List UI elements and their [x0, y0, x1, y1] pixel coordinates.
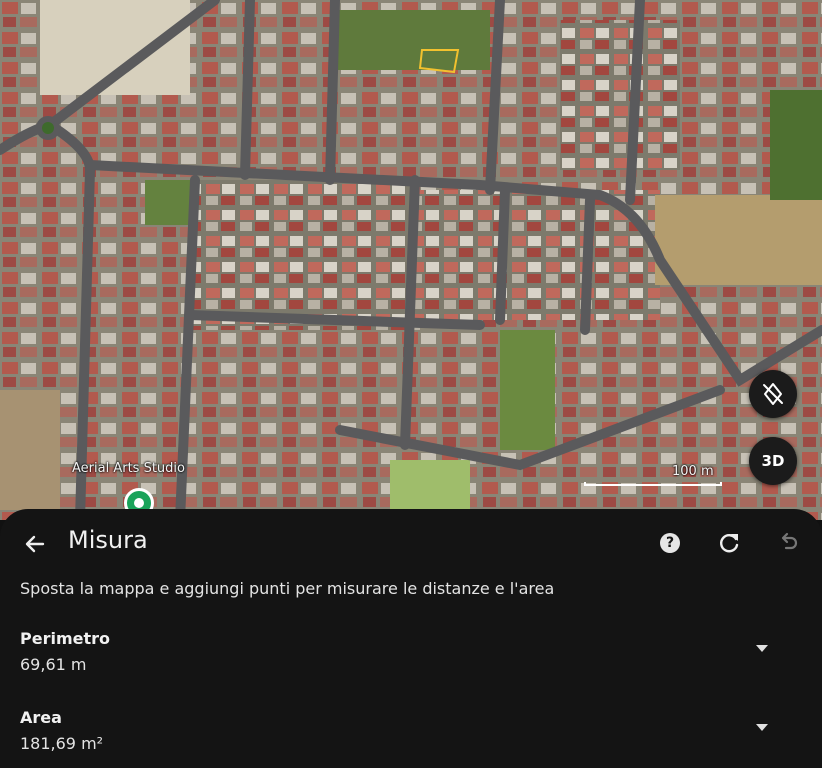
scale-label: 100 m [672, 464, 714, 479]
compass-button[interactable] [749, 370, 797, 418]
compass-off-icon [763, 383, 783, 405]
scale-bar [584, 482, 722, 486]
chevron-down-icon[interactable] [756, 645, 768, 652]
measure-panel: Misura ? Sposta la mappa e aggiungi punt… [0, 509, 822, 768]
panel-title: Misura [68, 526, 148, 554]
back-arrow-icon [25, 535, 45, 553]
help-icon: ? [665, 535, 675, 551]
back-button[interactable] [20, 529, 50, 559]
chevron-down-icon[interactable] [756, 724, 768, 731]
metric-value: 69,61 m [20, 655, 87, 674]
help-button[interactable]: ? [660, 533, 680, 553]
instructions-text: Sposta la mappa e aggiungi punti per mis… [20, 579, 555, 598]
metric-value: 181,69 m² [20, 734, 104, 753]
undo-button[interactable] [775, 530, 801, 556]
metric-label: Perimetro [20, 629, 111, 648]
metric-perimeter[interactable]: Perimetro 69,61 m [0, 627, 822, 687]
metric-label: Area [20, 708, 62, 727]
metric-area[interactable]: Area 181,69 m² [0, 706, 822, 766]
map-imagery [0, 0, 822, 520]
satellite-map[interactable]: Aerial Arts Studio 100 m 3D [0, 0, 822, 520]
3d-view-button[interactable]: 3D [749, 437, 797, 485]
refresh-button[interactable] [716, 530, 742, 556]
poi-label[interactable]: Aerial Arts Studio [72, 461, 185, 476]
refresh-icon [720, 534, 739, 553]
undo-icon [781, 532, 798, 550]
